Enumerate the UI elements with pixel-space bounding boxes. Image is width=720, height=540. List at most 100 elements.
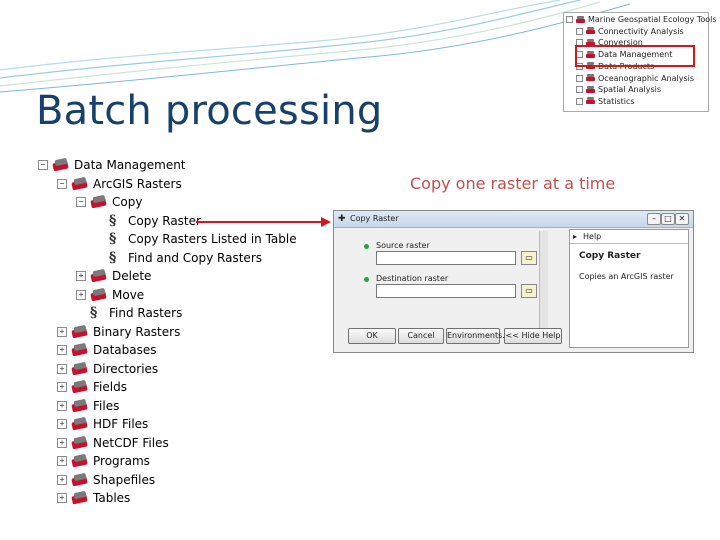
script-icon: § [109, 231, 117, 247]
collapse-icon[interactable]: − [76, 197, 86, 207]
collapse-icon[interactable]: − [38, 160, 48, 170]
toolbox-icon [71, 453, 89, 469]
help-title: Copy Raster [579, 251, 641, 261]
overview-tree-item[interactable]: Spatial Analysis [576, 84, 661, 95]
tree-item[interactable]: + HDF Files [57, 415, 148, 433]
expand-icon[interactable] [566, 16, 573, 23]
arrow-head-icon [321, 217, 331, 227]
toolbox-icon [586, 97, 595, 105]
help-tab[interactable]: Help [583, 232, 601, 241]
toolbox-icon [90, 287, 108, 303]
toolbox-icon [71, 176, 89, 192]
tree-item[interactable]: + Binary Rasters [57, 323, 180, 341]
tree-item-label: ArcGIS Rasters [93, 176, 182, 191]
tree-item-label: Directories [93, 361, 159, 376]
tree-item-label: Databases [93, 343, 157, 357]
cancel-button[interactable]: Cancel [398, 328, 444, 344]
toolbox-icon [71, 379, 89, 395]
overview-tree-item[interactable]: Oceanographic Analysis [576, 73, 694, 84]
tree-item[interactable]: + Move [76, 286, 144, 304]
overview-tree-label: Marine Geospatial Ecology Tools [588, 15, 717, 24]
dialog-title: Copy Raster [350, 214, 399, 223]
expand-icon[interactable] [576, 27, 583, 35]
tree-item-label: Find and Copy Rasters [128, 250, 262, 265]
source-raster-input[interactable] [376, 251, 516, 265]
expand-icon[interactable]: + [57, 400, 67, 411]
tree-item-label: Delete [112, 269, 152, 283]
tree-item-label: Copy Rasters Listed in Table [128, 232, 297, 246]
expand-icon[interactable]: + [76, 289, 86, 300]
ok-button[interactable]: OK [348, 328, 396, 344]
toolbox-icon [71, 324, 89, 340]
overview-tree-item[interactable]: Marine Geospatial Ecology Tools [566, 14, 717, 25]
tree-item[interactable]: § Find and Copy Rasters [95, 249, 262, 267]
tree-item-label: Binary Rasters [93, 324, 181, 339]
help-pane: ▸ Help Copy Raster Copies an ArcGIS rast… [569, 229, 689, 348]
expand-icon[interactable] [576, 74, 583, 82]
help-tab-icon: ▸ [573, 232, 578, 241]
toolbox-icon [586, 85, 595, 94]
overview-tree-label: Oceanographic Analysis [598, 73, 695, 83]
toolbox-icon [90, 268, 108, 284]
highlight-box [575, 45, 695, 67]
dialog-app-icon: ✚ [338, 214, 346, 224]
tree-item[interactable]: − Data Management [38, 156, 186, 174]
vertical-scrollbar[interactable] [539, 231, 548, 331]
tree-item[interactable]: + Delete [76, 267, 151, 285]
tree-item[interactable]: − ArcGIS Rasters [57, 175, 182, 193]
browse-folder-icon[interactable]: ▭ [521, 284, 537, 298]
script-icon: § [109, 212, 117, 229]
tree-item[interactable]: + Fields [57, 378, 127, 396]
browse-folder-icon[interactable]: ▭ [521, 251, 537, 265]
script-icon: § [109, 249, 117, 266]
collapse-icon[interactable]: − [57, 178, 67, 189]
tree-item[interactable]: + NetCDF Files [57, 434, 169, 452]
script-icon: § [90, 305, 98, 321]
expand-icon[interactable]: + [57, 419, 67, 429]
source-raster-label: Source raster [376, 241, 430, 250]
tree-item-label: Tables [93, 491, 131, 505]
environments-button[interactable]: Environments... [446, 328, 510, 344]
toolbox-icon [90, 194, 108, 210]
help-divider [570, 243, 688, 244]
overview-tree-label: Connectivity Analysis [598, 26, 684, 36]
tree-item[interactable]: § Copy Rasters Listed in Table [95, 230, 297, 248]
dialog-titlebar[interactable]: ✚ Copy Raster – □ ✕ [334, 211, 693, 228]
minimize-button[interactable]: – [647, 213, 661, 225]
expand-icon[interactable] [576, 86, 583, 94]
tree-item[interactable]: + Shapefiles [57, 471, 155, 489]
toolbox-icon [71, 342, 89, 358]
expand-icon[interactable]: + [57, 363, 67, 374]
tree-item[interactable]: + Tables [57, 489, 130, 507]
tree-item[interactable]: § Find Rasters [76, 304, 182, 322]
close-button[interactable]: ✕ [675, 213, 689, 225]
tree-item[interactable]: − Copy [76, 193, 142, 211]
tree-item-label: Files [93, 398, 120, 413]
expand-icon[interactable]: + [57, 382, 67, 392]
toolbox-icon [576, 15, 585, 24]
expand-icon[interactable]: + [57, 493, 67, 503]
overview-tree-item[interactable]: Connectivity Analysis [576, 26, 684, 37]
tree-item[interactable]: § Copy Raster [95, 212, 201, 230]
expand-icon[interactable] [576, 97, 583, 105]
tree-item[interactable]: + Files [57, 397, 119, 415]
toolbox-tree: − Data Management − ArcGIS Rasters − Copy § Cop… [38, 155, 297, 508]
tree-item-label: NetCDF Files [93, 435, 169, 450]
maximize-button[interactable]: □ [661, 213, 675, 225]
overview-tree-item[interactable]: Statistics [576, 96, 635, 107]
destination-raster-input[interactable] [376, 284, 516, 298]
expand-icon[interactable]: + [76, 271, 86, 281]
expand-icon[interactable]: + [57, 474, 67, 485]
expand-icon[interactable]: + [57, 437, 67, 448]
tree-item[interactable]: + Programs [57, 452, 150, 470]
toolbox-icon [71, 435, 89, 451]
required-indicator-icon [364, 277, 369, 282]
tree-item[interactable]: + Directories [57, 360, 158, 378]
expand-icon[interactable]: + [57, 326, 67, 337]
hide-help-button[interactable]: << Hide Help [504, 328, 562, 344]
expand-icon[interactable]: + [57, 345, 67, 355]
expand-icon[interactable]: + [57, 456, 67, 466]
tree-item-label: Move [112, 287, 145, 302]
tree-item[interactable]: + Databases [57, 341, 157, 359]
slide-title: Batch processing [36, 88, 383, 134]
